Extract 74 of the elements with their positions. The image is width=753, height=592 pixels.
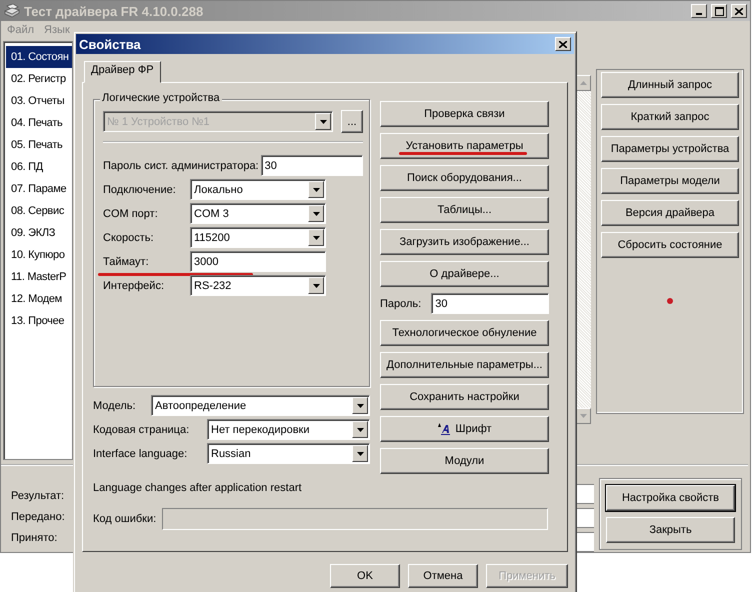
field-label: Подключение: [103,184,177,196]
list-item[interactable]: 11. MasterP [6,266,72,288]
close-button[interactable] [731,4,747,18]
action-button[interactable]: Краткий запрос [601,104,739,130]
list-item[interactable]: 05. Печать [6,134,72,156]
field-label: Код ошибки: [93,513,156,525]
list-item[interactable]: 01. Состоян [6,46,72,68]
close-icon [735,8,743,14]
field-label: Кодовая страница: [93,424,190,436]
window-button[interactable]: Закрыть [606,517,735,543]
field-label: Пароль: [380,298,422,310]
dropdown[interactable]: 115200 [190,227,326,248]
action-button[interactable]: Загрузить изображение... [380,229,549,255]
action-button[interactable]: Поиск оборудования... [380,165,549,191]
dropdown[interactable]: Russian [207,443,370,464]
status-label: Принято: [11,532,58,544]
action-button[interactable]: Параметры устройства [601,136,739,162]
input-field[interactable]: 30 [260,155,363,176]
action-button[interactable]: О драйвере... [380,261,549,287]
dropdown[interactable]: Автоопределение [151,395,370,416]
window-button[interactable]: Настройка свойств [606,485,735,511]
list-item[interactable]: 09. ЭКЛЗ [6,222,72,244]
list-item[interactable]: 04. Печать [6,112,72,134]
group-title: Логические устройства [100,92,222,104]
list-item[interactable]: 10. Купюро [6,244,72,266]
list-item[interactable]: 02. Регистр [6,68,72,90]
note-text: Language changes after application restart [93,482,303,494]
action-button[interactable]: Сохранить настройки [380,384,549,410]
action-button[interactable]: Сбросить состояние [601,232,739,258]
field-label: Interface language: [93,448,188,460]
list-item[interactable]: 07. Параме [6,178,72,200]
dropdown[interactable]: Локально [190,179,326,200]
field-label: Скорость: [103,232,155,244]
list-item[interactable]: 03. Отчеты [6,90,72,112]
action-button[interactable]: Модули [380,448,549,474]
tab[interactable]: Драйвер ФР [84,61,161,83]
font-button[interactable]: Шрифт [380,416,549,442]
printer-icon [4,4,20,18]
dialog-title: Свойства [79,36,142,52]
browse-button[interactable]: ... [341,110,363,133]
marker-dot [667,298,673,304]
list-item[interactable]: 06. ПД [6,156,72,178]
action-button[interactable]: Дополнительные параметры... [380,352,549,378]
close-button[interactable] [555,37,571,51]
field-label: Модель: [93,400,137,412]
list-item[interactable]: 08. Сервис [6,200,72,222]
list-item[interactable]: 13. Прочее [6,310,72,332]
action-button[interactable]: Параметры модели [601,168,739,194]
list-item[interactable]: 12. Модем [6,288,72,310]
minimize-button[interactable] [691,4,707,18]
window-title: Тест драйвера FR 4.10.0.288 [24,4,204,18]
input-field[interactable]: 30 [431,293,549,314]
field-label: Интерфейс: [103,280,165,292]
field-label: Таймаут: [103,256,150,268]
close-icon [559,40,567,48]
dropdown[interactable]: Нет перекодировки [207,419,370,440]
dropdown[interactable]: COM 3 [190,203,326,224]
status-label: Передано: [11,511,65,523]
dropdown[interactable]: RS-232 [190,275,326,296]
dialog-button[interactable]: OK [330,564,400,588]
action-button[interactable]: Таблицы... [380,197,549,223]
action-button[interactable]: Установить параметры [380,133,549,159]
font-icon [437,423,452,435]
action-button[interactable]: Проверка связи [380,101,549,127]
action-button[interactable]: Технологическое обнуление [380,320,549,346]
input-field[interactable]: 3000 [190,251,326,272]
field-label: Пароль сист. администратора: [103,160,259,172]
action-button[interactable]: Версия драйвера [601,200,739,226]
field-label: COM порт: [103,208,159,220]
dialog-button[interactable]: Отмена [408,564,478,588]
maximize-button[interactable] [711,4,727,18]
action-button[interactable]: Длинный запрос [601,72,739,98]
maximize-icon [714,6,724,16]
status-label: Результат: [11,490,64,502]
